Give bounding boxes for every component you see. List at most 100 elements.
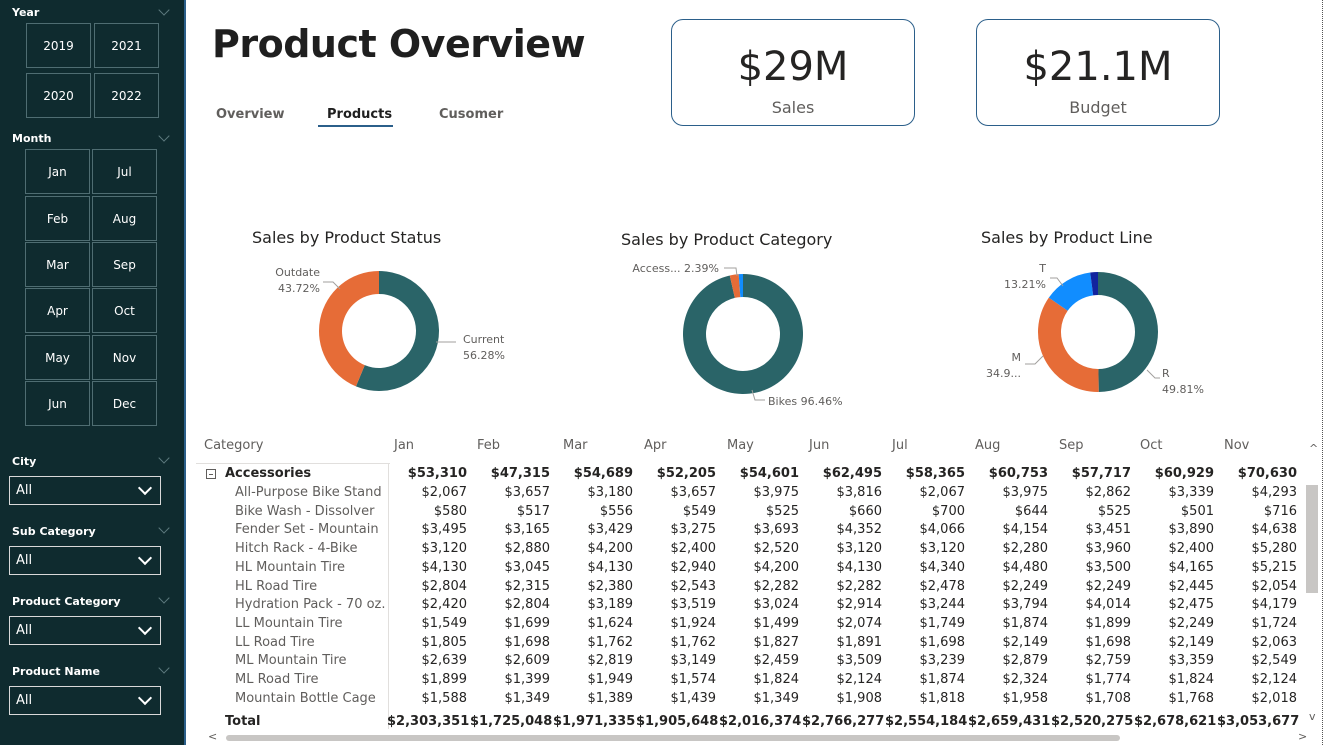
matrix-cell: $2,149 (1168, 634, 1215, 650)
scroll-up-icon[interactable]: ^ (1309, 442, 1318, 455)
city-dropdown-value: All (16, 483, 33, 498)
matrix-row[interactable]: All-Purpose Bike Stand $2,067 $3,657 $3,180… (196, 485, 1306, 503)
matrix-month-header[interactable]: Mar (563, 438, 588, 453)
donut-product-status[interactable] (319, 271, 439, 391)
matrix-cell: $2,543 (670, 578, 717, 594)
matrix-cell: $1,805 (421, 634, 468, 650)
chevron-down-icon (137, 550, 153, 566)
matrix-cell: $2,862 (1085, 485, 1132, 500)
matrix-cell: $2,124 (836, 672, 883, 687)
matrix-month-header[interactable]: Jun (809, 438, 829, 453)
matrix-cell: $2,520 (753, 541, 800, 557)
row-product-name: LL Mountain Tire (235, 615, 343, 631)
slice-value-label: 13.21% (1004, 278, 1046, 291)
matrix-cell: $2,249 (1085, 578, 1132, 594)
matrix-cell: $1,698 (504, 634, 551, 650)
matrix-cell: $1,899 (421, 672, 468, 687)
matrix-cell: $57,717 (1071, 466, 1131, 481)
matrix-row[interactable]: LL Road Tire $1,805 $1,698 $1,762 $1,762 $1,8… (196, 635, 1306, 653)
matrix-cell: $4,200 (753, 559, 800, 575)
matrix-cell: $47,315 (490, 466, 550, 481)
scroll-down-icon[interactable]: v (1309, 710, 1316, 723)
donut-slice[interactable] (683, 274, 804, 394)
donut-slice[interactable] (1037, 297, 1099, 392)
matrix-row[interactable]: Fender Set - Mountain $3,495 $3,165 $3,429 $… (196, 522, 1306, 540)
matrix-cell: $2,067 (919, 485, 966, 500)
matrix-cell: $3,975 (1002, 485, 1049, 500)
matrix-cell: $2,659,431 (968, 714, 1051, 729)
matrix-cell: $54,601 (739, 466, 799, 481)
matrix-cell: $1,549 (421, 615, 468, 631)
matrix-cell: $1,725,048 (470, 714, 553, 729)
slice-name-label: Outdate (275, 266, 320, 279)
chevron-down-icon[interactable] (158, 592, 170, 604)
matrix-cell: $580 (433, 503, 467, 519)
matrix-cell: $4,154 (1002, 522, 1049, 538)
collapse-icon[interactable] (206, 469, 216, 479)
product-name-filter-label: Product Name (12, 665, 100, 678)
matrix-cell: $1,874 (919, 672, 966, 687)
horizontal-scrollbar[interactable] (226, 735, 1120, 741)
matrix-cell: $4,480 (1002, 559, 1049, 575)
slice-value-label: 49.81% (1162, 383, 1204, 396)
matrix-month-header[interactable]: Aug (975, 438, 1000, 453)
matrix-cell: $1,908 (836, 690, 883, 706)
chevron-down-icon[interactable] (158, 452, 170, 464)
matrix-category-header[interactable]: Category (204, 438, 263, 453)
donut-product-line[interactable] (1037, 272, 1158, 392)
matrix-cell: $549 (682, 503, 716, 519)
matrix-cell: $1,349 (753, 690, 800, 706)
vertical-scrollbar[interactable] (1306, 485, 1318, 593)
chevron-down-icon[interactable] (158, 522, 170, 534)
matrix-month-header[interactable]: Oct (1140, 438, 1162, 453)
matrix-cell: $644 (1014, 503, 1048, 519)
matrix-cell: $4,293 (1251, 485, 1298, 500)
matrix-cell: $4,638 (1251, 522, 1298, 538)
matrix-cell: $3,024 (753, 597, 800, 613)
matrix-cell: $3,429 (587, 522, 634, 538)
city-dropdown[interactable]: All (9, 476, 161, 505)
product-name-dropdown[interactable]: All (9, 686, 161, 715)
matrix-month-header[interactable]: Jan (394, 438, 414, 453)
row-product-name: Fender Set - Mountain (235, 522, 379, 538)
scroll-right-icon[interactable]: > (1298, 730, 1307, 743)
matrix-row[interactable]: ML Road Tire $1,899 $1,399 $1,949 $1,574 $1,8… (196, 672, 1306, 690)
matrix-cell: $2,063 (1251, 634, 1298, 650)
matrix-cell: $1,818 (919, 690, 966, 706)
product-category-dropdown[interactable]: All (9, 616, 161, 645)
matrix-month-header[interactable]: Apr (644, 438, 667, 453)
matrix-row[interactable]: HL Road Tire $2,804 $2,315 $2,380 $2,543 $2,2… (196, 579, 1306, 597)
matrix-cell: $2,420 (421, 597, 468, 613)
matrix-row[interactable]: Mountain Bottle Cage $1,588 $1,349 $1,389 $1… (196, 691, 1306, 709)
leader-line (1146, 369, 1160, 379)
matrix-row[interactable]: Hydration Pack - 70 oz. $2,420 $2,804 $3,18… (196, 597, 1306, 615)
matrix-group-row[interactable]: Accessories $53,310 $47,315 $54,689 $52,205… (196, 466, 1306, 484)
matrix-row[interactable]: ML Mountain Tire $2,639 $2,609 $2,819 $3,149… (196, 653, 1306, 671)
matrix-cell: $1,899 (1085, 615, 1132, 631)
matrix-row[interactable]: Bike Wash - Dissolver $580 $517 $556 $549 $52… (196, 504, 1306, 522)
matrix-cell: $2,549 (1251, 653, 1298, 669)
matrix-cell: $1,749 (919, 615, 966, 631)
donut-product-category[interactable] (683, 274, 804, 394)
matrix-row[interactable]: Hitch Rack - 4-Bike $3,120 $2,880 $4,200 $2,… (196, 541, 1306, 559)
row-product-name: All-Purpose Bike Stand (235, 485, 382, 500)
matrix-cell: $1,698 (919, 634, 966, 650)
sub-category-dropdown[interactable]: All (9, 546, 161, 575)
matrix-month-header[interactable]: Jul (892, 438, 908, 453)
matrix-cell: $3,149 (670, 653, 717, 669)
matrix-month-header[interactable]: Nov (1224, 438, 1249, 453)
matrix-month-header[interactable]: May (727, 438, 754, 453)
scroll-left-icon[interactable]: < (208, 730, 217, 743)
matrix-month-header[interactable]: Sep (1059, 438, 1084, 453)
matrix-month-header[interactable]: Feb (477, 438, 500, 453)
donut-slice[interactable] (1098, 272, 1158, 392)
matrix-cell: $3,975 (753, 485, 800, 500)
row-product-name: Bike Wash - Dissolver (235, 503, 375, 519)
matrix-cell: $2,074 (836, 615, 883, 631)
matrix-row[interactable]: LL Mountain Tire $1,549 $1,699 $1,624 $1,924… (196, 616, 1306, 634)
chevron-down-icon[interactable] (158, 662, 170, 674)
matrix-cell: $1,958 (1002, 690, 1049, 706)
matrix-row[interactable]: HL Mountain Tire $4,130 $3,045 $4,130 $2,940… (196, 560, 1306, 578)
matrix-cell: $3,120 (421, 541, 468, 557)
matrix-cell: $2,880 (504, 541, 551, 557)
